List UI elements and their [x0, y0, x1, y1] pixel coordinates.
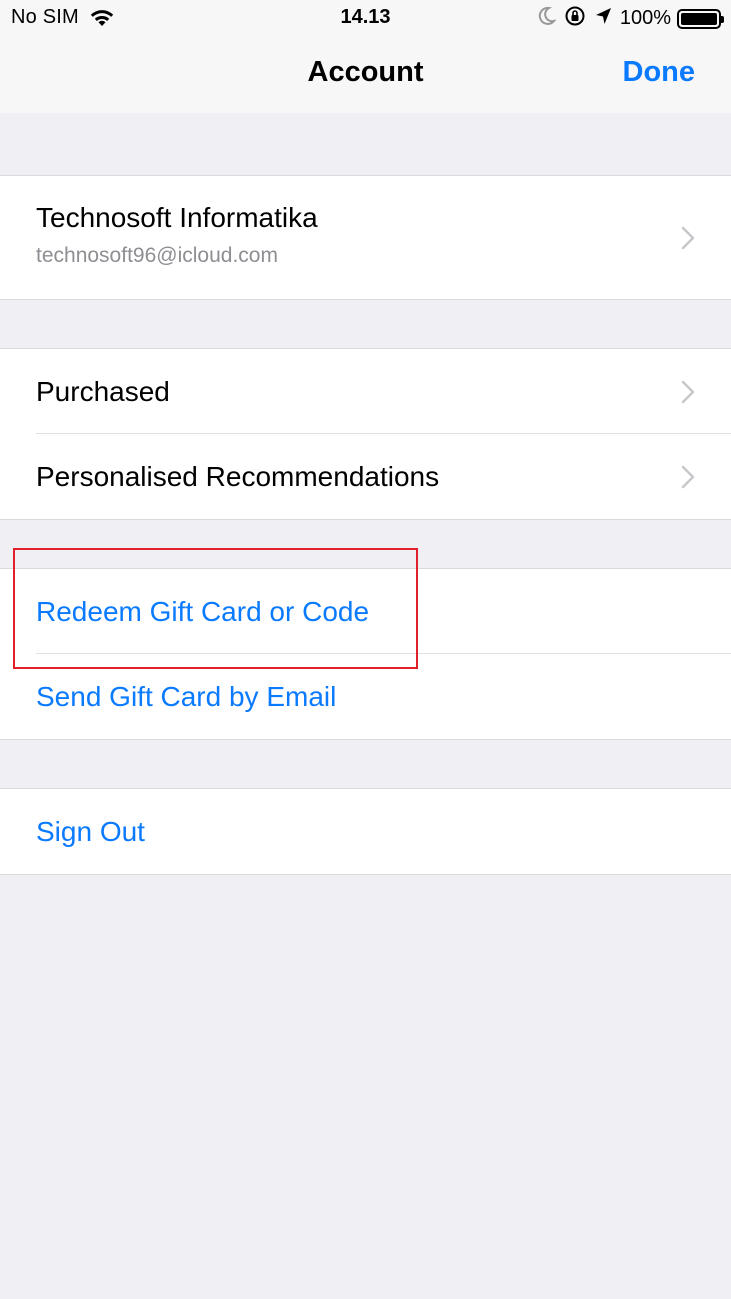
page-title: Account — [307, 56, 424, 88]
chevron-right-icon — [681, 380, 695, 403]
purchased-label: Purchased — [36, 376, 170, 407]
moon-icon — [538, 6, 557, 31]
send-gift-card-link[interactable]: Send Gift Card by Email — [36, 654, 336, 739]
redeem-gift-card-link[interactable]: Redeem Gift Card or Code — [36, 569, 369, 654]
redeem-gift-card-row[interactable]: Redeem Gift Card or Code — [0, 569, 731, 654]
done-button[interactable]: Done — [623, 56, 696, 89]
battery-percent: 100% — [619, 7, 671, 29]
chevron-right-icon — [681, 465, 695, 488]
chevron-right-icon — [681, 226, 695, 249]
personalised-recommendations-row[interactable]: Personalised Recommendations — [0, 434, 731, 519]
gift-card-group: Redeem Gift Card or Code Send Gift Card … — [0, 568, 731, 740]
battery-icon — [677, 8, 724, 29]
location-arrow-icon — [594, 6, 612, 31]
purchased-row[interactable]: Purchased — [0, 349, 731, 434]
account-screen: No SIM 14.13 100% Account Done Technosof… — [0, 0, 731, 1299]
purchases-group: Purchased Personalised Recommendations — [0, 348, 731, 520]
send-gift-card-row[interactable]: Send Gift Card by Email — [0, 654, 731, 739]
navigation-bar: Account Done — [0, 38, 731, 113]
sign-out-row[interactable]: Sign Out — [0, 789, 731, 874]
status-bar: No SIM 14.13 100% — [0, 0, 731, 38]
sign-out-group: Sign Out — [0, 788, 731, 875]
orientation-lock-icon — [564, 5, 586, 32]
status-right: 100% — [538, 5, 724, 32]
account-row[interactable]: Technosoft Informatika technosoft96@iclo… — [0, 176, 731, 299]
account-group: Technosoft Informatika technosoft96@iclo… — [0, 175, 731, 300]
personalised-recommendations-label: Personalised Recommendations — [36, 461, 440, 492]
account-email: technosoft96@icloud.com — [36, 244, 278, 267]
account-name: Technosoft Informatika — [36, 202, 318, 233]
sign-out-button[interactable]: Sign Out — [36, 789, 145, 874]
